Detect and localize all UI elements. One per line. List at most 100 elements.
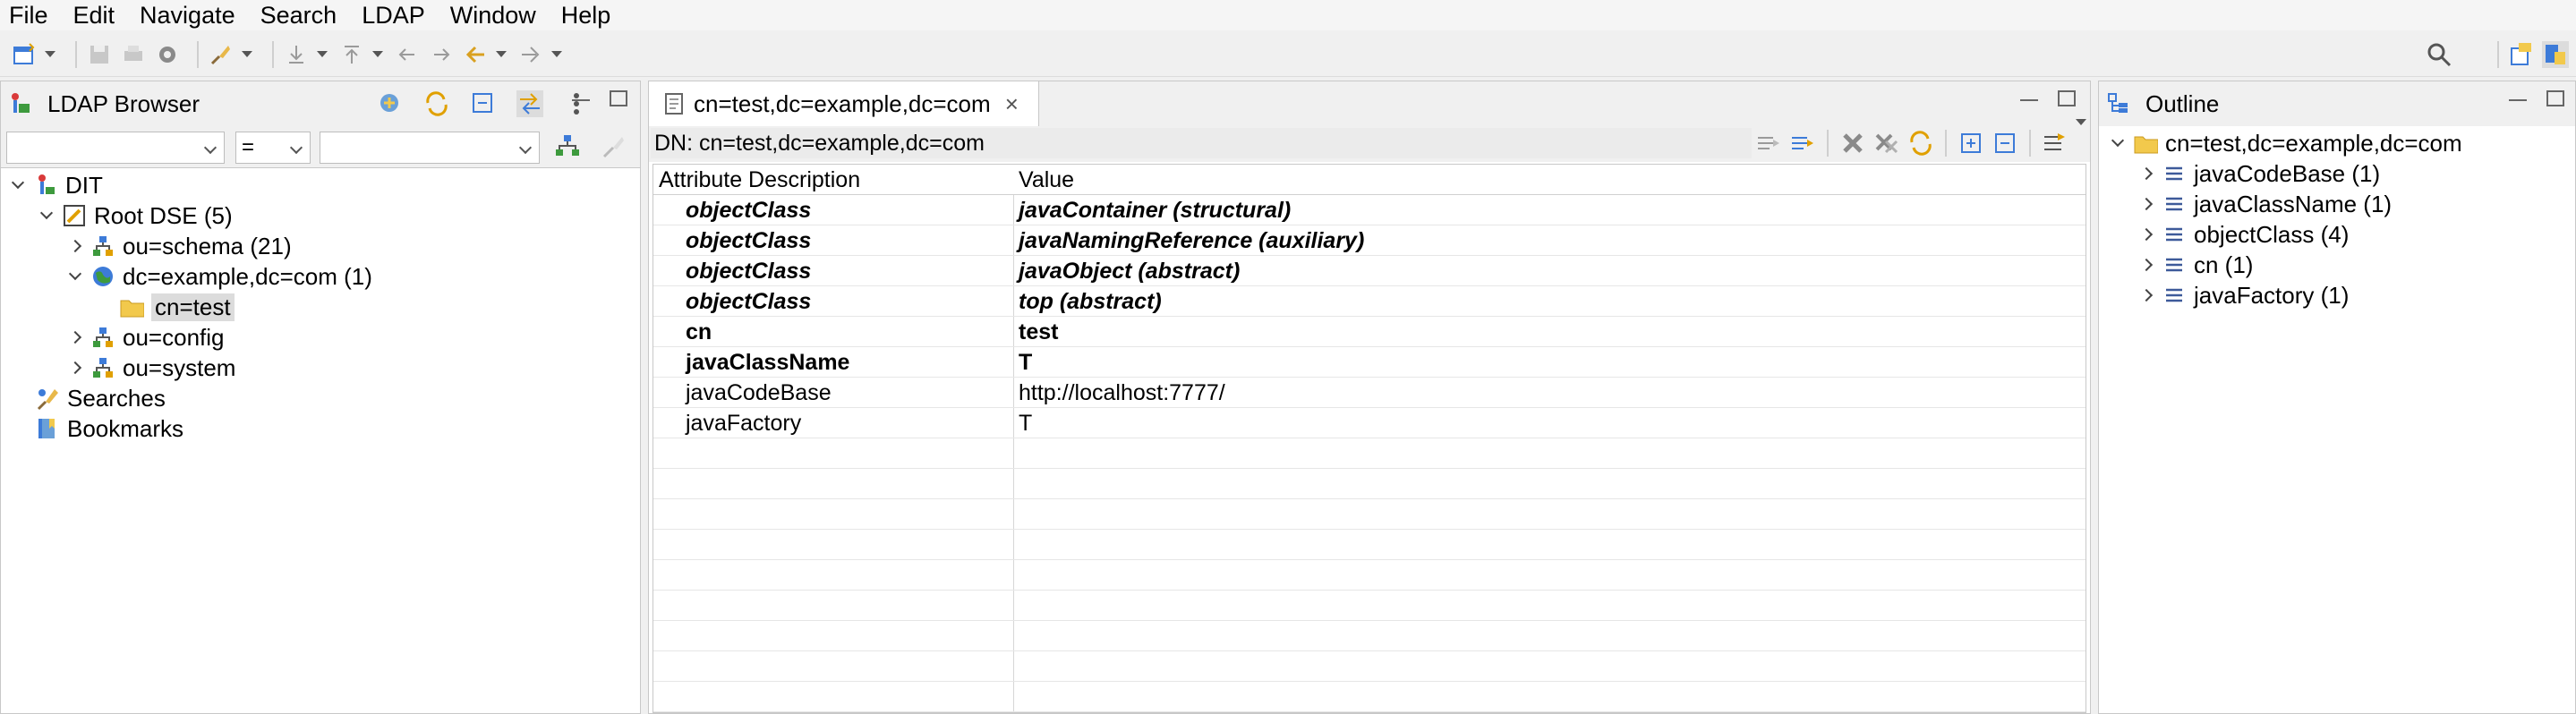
forward-dropdown-icon[interactable] xyxy=(551,51,562,57)
attribute-cell[interactable]: objectClass xyxy=(686,286,811,317)
filter-attribute-combo[interactable] xyxy=(6,132,225,164)
table-row[interactable]: javaFactory T xyxy=(653,408,2086,438)
collapse-all-icon[interactable] xyxy=(470,90,497,117)
tree-node-searches[interactable]: Searches xyxy=(35,383,166,413)
table-row[interactable]: objectClass javaContainer (structural) xyxy=(653,195,2086,225)
expand-toggle[interactable] xyxy=(2108,133,2128,153)
column-header-value[interactable]: Value xyxy=(1013,165,1074,195)
value-cell[interactable]: javaContainer (structural) xyxy=(1019,195,1291,225)
value-cell[interactable]: http://localhost:7777/ xyxy=(1019,378,1225,408)
value-cell[interactable]: javaObject (abstract) xyxy=(1019,256,1240,286)
outline-item[interactable]: cn (1) xyxy=(2137,250,2253,280)
maximize-icon[interactable] xyxy=(610,90,627,106)
value-cell[interactable]: javaNamingReference (auxiliary) xyxy=(1019,225,1364,256)
minimize-icon[interactable] xyxy=(2020,99,2038,101)
collapse-all-icon[interactable] xyxy=(1992,130,2018,157)
attribute-cell[interactable]: objectClass xyxy=(686,225,811,256)
quick-search-icon[interactable] xyxy=(208,41,235,68)
value-cell[interactable]: test xyxy=(1019,317,1058,347)
back-dropdown-icon[interactable] xyxy=(496,51,507,57)
expand-toggle[interactable] xyxy=(65,267,85,286)
tree-node-ou-schema[interactable]: ou=schema (21) xyxy=(65,231,292,261)
table-row[interactable]: objectClass javaObject (abstract) xyxy=(653,256,2086,286)
clear-quick-search-icon[interactable] xyxy=(601,133,627,160)
menu-file[interactable]: File xyxy=(9,0,48,30)
expand-toggle[interactable] xyxy=(8,175,28,195)
search-icon[interactable] xyxy=(2426,41,2452,68)
menu-ldap[interactable]: LDAP xyxy=(362,0,425,30)
value-cell[interactable]: T xyxy=(1019,408,1032,438)
print-icon[interactable] xyxy=(120,41,147,68)
menu-navigate[interactable]: Navigate xyxy=(140,0,235,30)
settings-gear-icon[interactable] xyxy=(154,41,181,68)
ldap-perspective-icon[interactable] xyxy=(2542,41,2569,68)
previous-annotation-icon[interactable] xyxy=(338,41,365,68)
column-header-attribute[interactable]: Attribute Description xyxy=(653,165,860,195)
attribute-cell[interactable]: objectClass xyxy=(686,256,811,286)
save-icon[interactable] xyxy=(86,41,113,68)
value-cell[interactable]: top (abstract) xyxy=(1019,286,1162,317)
tree-node-ou-config[interactable]: ou=config xyxy=(65,322,224,353)
expand-all-icon[interactable] xyxy=(1958,130,1984,157)
outline-root[interactable]: cn=test,dc=example,dc=com xyxy=(2108,128,2462,158)
tree-node-ou-system[interactable]: ou=system xyxy=(65,353,235,383)
next-annotation-dropdown-icon[interactable] xyxy=(317,51,328,57)
expand-toggle[interactable] xyxy=(65,327,85,347)
next-annotation-icon[interactable] xyxy=(283,41,310,68)
link-sync-icon[interactable] xyxy=(516,90,543,117)
tab-entry-editor[interactable]: cn=test,dc=example,dc=com × xyxy=(649,81,1039,126)
attribute-cell[interactable]: javaFactory xyxy=(686,408,801,438)
tree-node-cn-test[interactable]: cn=test xyxy=(119,292,235,322)
table-row[interactable]: javaCodeBase http://localhost:7777/ xyxy=(653,378,2086,408)
table-row[interactable]: objectClass top (abstract) xyxy=(653,286,2086,317)
close-icon[interactable]: × xyxy=(1005,90,1019,118)
outline-item[interactable]: objectClass (4) xyxy=(2137,219,2349,250)
filter-operator-combo[interactable]: = xyxy=(235,132,311,164)
expand-toggle[interactable] xyxy=(2137,255,2156,275)
run-quick-search-icon[interactable] xyxy=(554,133,581,160)
menu-help[interactable]: Help xyxy=(561,0,611,30)
outline-item[interactable]: javaCodeBase (1) xyxy=(2137,158,2380,189)
expand-toggle[interactable] xyxy=(2137,164,2156,183)
refresh-icon[interactable] xyxy=(423,90,450,117)
last-edit-location-icon[interactable] xyxy=(394,41,421,68)
menu-window[interactable]: Window xyxy=(450,0,536,30)
minimize-icon[interactable] xyxy=(572,99,590,101)
table-row[interactable]: javaClassName T xyxy=(653,347,2086,378)
tree-node-bookmarks[interactable]: Bookmarks xyxy=(35,413,183,444)
open-perspective-icon[interactable] xyxy=(2508,41,2535,68)
attribute-cell[interactable]: javaClassName xyxy=(686,347,849,378)
delete-all-icon[interactable] xyxy=(1873,130,1900,157)
forward-edit-icon[interactable] xyxy=(428,41,455,68)
new-dropdown-icon[interactable] xyxy=(45,51,55,57)
expand-toggle[interactable] xyxy=(65,236,85,256)
previous-annotation-dropdown-icon[interactable] xyxy=(372,51,383,57)
filter-value-combo[interactable] xyxy=(320,132,540,164)
attribute-cell[interactable]: objectClass xyxy=(686,195,811,225)
new-attribute-icon[interactable] xyxy=(1789,130,1816,157)
new-icon[interactable] xyxy=(11,41,38,68)
delete-icon[interactable] xyxy=(1839,130,1866,157)
attribute-cell[interactable]: javaCodeBase xyxy=(686,378,832,408)
new-value-icon[interactable] xyxy=(1755,130,1782,157)
expand-toggle[interactable] xyxy=(2137,285,2156,305)
expand-toggle[interactable] xyxy=(2137,194,2156,214)
refresh-entry-icon[interactable] xyxy=(1907,130,1934,157)
link-with-editor-icon[interactable] xyxy=(377,90,404,117)
outline-item[interactable]: javaClassName (1) xyxy=(2137,189,2392,219)
attribute-cell[interactable]: cn xyxy=(686,317,712,347)
menu-edit[interactable]: Edit xyxy=(73,0,115,30)
filter-attributes-icon[interactable] xyxy=(2042,130,2068,157)
minimize-icon[interactable] xyxy=(2509,99,2527,101)
tree-node-dit[interactable]: DIT xyxy=(8,170,103,200)
value-cell[interactable]: T xyxy=(1019,347,1032,378)
outline-item[interactable]: javaFactory (1) xyxy=(2137,280,2349,310)
expand-toggle[interactable] xyxy=(2137,225,2156,244)
tree-node-root-dse[interactable]: Root DSE (5) xyxy=(37,200,233,231)
forward-arrow-icon[interactable] xyxy=(517,41,544,68)
expand-toggle[interactable] xyxy=(65,358,85,378)
maximize-icon[interactable] xyxy=(2546,90,2564,106)
expand-toggle[interactable] xyxy=(37,206,56,225)
view-menu-dropdown-icon[interactable] xyxy=(2076,119,2086,125)
back-arrow-icon[interactable] xyxy=(462,41,489,68)
